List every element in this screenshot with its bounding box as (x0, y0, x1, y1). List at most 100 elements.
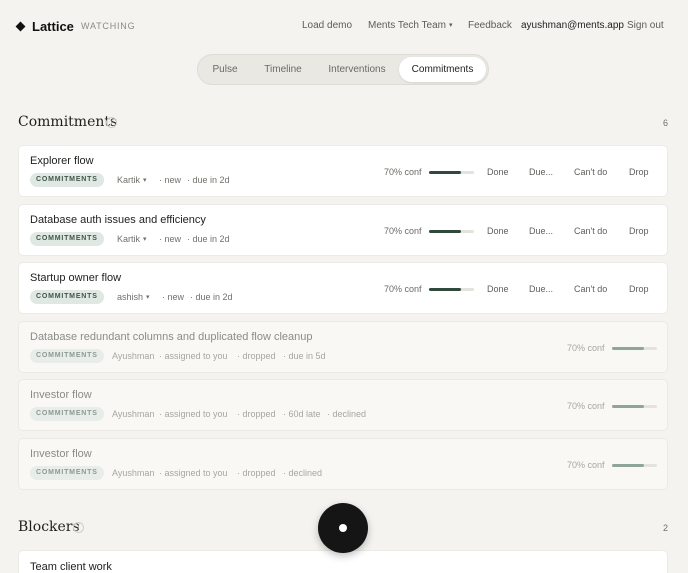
owner-name: Ayushman (112, 351, 155, 361)
tab-commitments[interactable]: Commitments (399, 57, 486, 82)
due-button[interactable]: Due... (529, 284, 553, 294)
declined-text: · declined (327, 409, 367, 419)
caret-down-icon: ▾ (143, 236, 147, 243)
commitment-card[interactable]: Database auth issues and efficiency COMM… (18, 204, 668, 256)
cant-do-button[interactable]: Can't do (574, 167, 607, 177)
commitment-card[interactable]: Explorer flow COMMITMENTS Kartik ▾ · new … (18, 145, 668, 197)
commitment-card[interactable]: Investor flow COMMITMENTS Ayushman · ass… (18, 438, 668, 490)
view-tabs: Pulse Timeline Interventions Commitments (197, 54, 489, 85)
confidence-bar-fill (612, 347, 644, 350)
done-button[interactable]: Done (487, 284, 509, 294)
load-demo-link[interactable]: Load demo (302, 20, 352, 31)
team-name: Ments Tech Team (368, 20, 447, 31)
commitments-heading: Commitments (18, 114, 118, 130)
feedback-link[interactable]: Feedback (468, 20, 512, 31)
confidence-bar-fill (429, 171, 461, 174)
confidence-label: 70% conf (384, 226, 422, 236)
owner-selector[interactable]: Kartik ▾ (117, 234, 147, 244)
owner-name: Kartik (117, 175, 141, 185)
declined-text: · declined (283, 468, 323, 478)
confidence-label: 70% conf (567, 460, 605, 470)
status-text: · dropped (237, 468, 276, 478)
status-text: · dropped (237, 351, 276, 361)
diamond-icon (15, 21, 26, 32)
owner-name: Ayushman (112, 468, 155, 478)
top-bar: Lattice WATCHING Load demo Ments Tech Te… (0, 0, 688, 52)
status-text: · dropped (237, 409, 276, 419)
tab-pulse[interactable]: Pulse (202, 57, 248, 82)
brand-name: Lattice (32, 19, 74, 34)
commitment-badge: COMMITMENTS (30, 349, 104, 363)
confidence-label: 70% conf (567, 401, 605, 411)
commitment-title: Investor flow (30, 448, 92, 460)
info-icon[interactable]: i (73, 522, 84, 533)
confidence-bar-fill (612, 464, 644, 467)
confidence-bar (612, 464, 657, 467)
due-button[interactable]: Due... (529, 167, 553, 177)
commitment-badge: COMMITMENTS (30, 232, 104, 246)
confidence-bar (429, 230, 474, 233)
due-text: · due in 2d (187, 234, 230, 244)
done-button[interactable]: Done (487, 167, 509, 177)
due-text: · due in 2d (187, 175, 230, 185)
drop-button[interactable]: Drop (629, 284, 649, 294)
assigned-text: · assigned to you (159, 409, 228, 419)
blocker-card[interactable]: Team client work (18, 550, 668, 573)
confidence-bar (612, 405, 657, 408)
commitment-card[interactable]: Database redundant columns and duplicate… (18, 321, 668, 373)
tab-timeline[interactable]: Timeline (254, 57, 312, 82)
confidence-label: 70% conf (384, 167, 422, 177)
status-text: · new (159, 175, 182, 185)
confidence-bar-fill (612, 405, 644, 408)
info-icon[interactable]: i (106, 117, 117, 128)
sign-out-link[interactable]: Sign out (627, 20, 664, 31)
commitment-badge: COMMITMENTS (30, 173, 104, 187)
owner-name: ashish (117, 292, 144, 302)
commitment-badge: COMMITMENTS (30, 466, 104, 480)
confidence-label: 70% conf (567, 343, 605, 353)
assigned-text: · assigned to you (159, 351, 228, 361)
confidence-bar-fill (429, 288, 461, 291)
commitment-title: Investor flow (30, 389, 92, 401)
confidence-bar (429, 171, 474, 174)
commitment-card[interactable]: Startup owner flow COMMITMENTS ashish ▾ ·… (18, 262, 668, 314)
blockers-count: 2 (662, 523, 668, 533)
commitment-title: Explorer flow (30, 155, 94, 167)
watching-status: WATCHING (81, 21, 136, 31)
commitment-badge: COMMITMENTS (30, 407, 104, 421)
done-button[interactable]: Done (487, 226, 509, 236)
confidence-bar (429, 288, 474, 291)
commitment-badge: COMMITMENTS (30, 290, 104, 304)
record-button[interactable] (318, 503, 368, 553)
team-selector[interactable]: Ments Tech Team ▾ (368, 20, 453, 31)
confidence-bar-fill (429, 230, 461, 233)
commitments-count: 6 (662, 118, 668, 128)
caret-down-icon: ▾ (143, 177, 147, 184)
assigned-text: · assigned to you (159, 468, 228, 478)
owner-selector[interactable]: ashish ▾ (117, 292, 150, 302)
due-button[interactable]: Due... (529, 226, 553, 236)
cant-do-button[interactable]: Can't do (574, 284, 607, 294)
owner-name: Ayushman (112, 409, 155, 419)
drop-button[interactable]: Drop (629, 167, 649, 177)
caret-down-icon: ▾ (449, 22, 453, 29)
tab-interventions[interactable]: Interventions (318, 57, 396, 82)
due-text: · 60d late (283, 409, 321, 419)
brand[interactable]: Lattice (15, 19, 74, 34)
user-email[interactable]: ayushman@ments.app (521, 20, 624, 31)
status-text: · new (162, 292, 185, 302)
owner-selector[interactable]: Kartik ▾ (117, 175, 147, 185)
blocker-title: Team client work (30, 561, 112, 573)
blockers-heading: Blockers (18, 519, 80, 535)
commitment-card[interactable]: Investor flow COMMITMENTS Ayushman · ass… (18, 379, 668, 431)
drop-button[interactable]: Drop (629, 226, 649, 236)
commitment-title: Startup owner flow (30, 272, 122, 284)
commitment-title: Database auth issues and efficiency (30, 214, 206, 226)
cant-do-button[interactable]: Can't do (574, 226, 607, 236)
record-dot-icon (339, 524, 347, 532)
status-text: · new (159, 234, 182, 244)
due-text: · due in 5d (283, 351, 326, 361)
caret-down-icon: ▾ (146, 294, 150, 301)
due-text: · due in 2d (190, 292, 233, 302)
confidence-label: 70% conf (384, 284, 422, 294)
